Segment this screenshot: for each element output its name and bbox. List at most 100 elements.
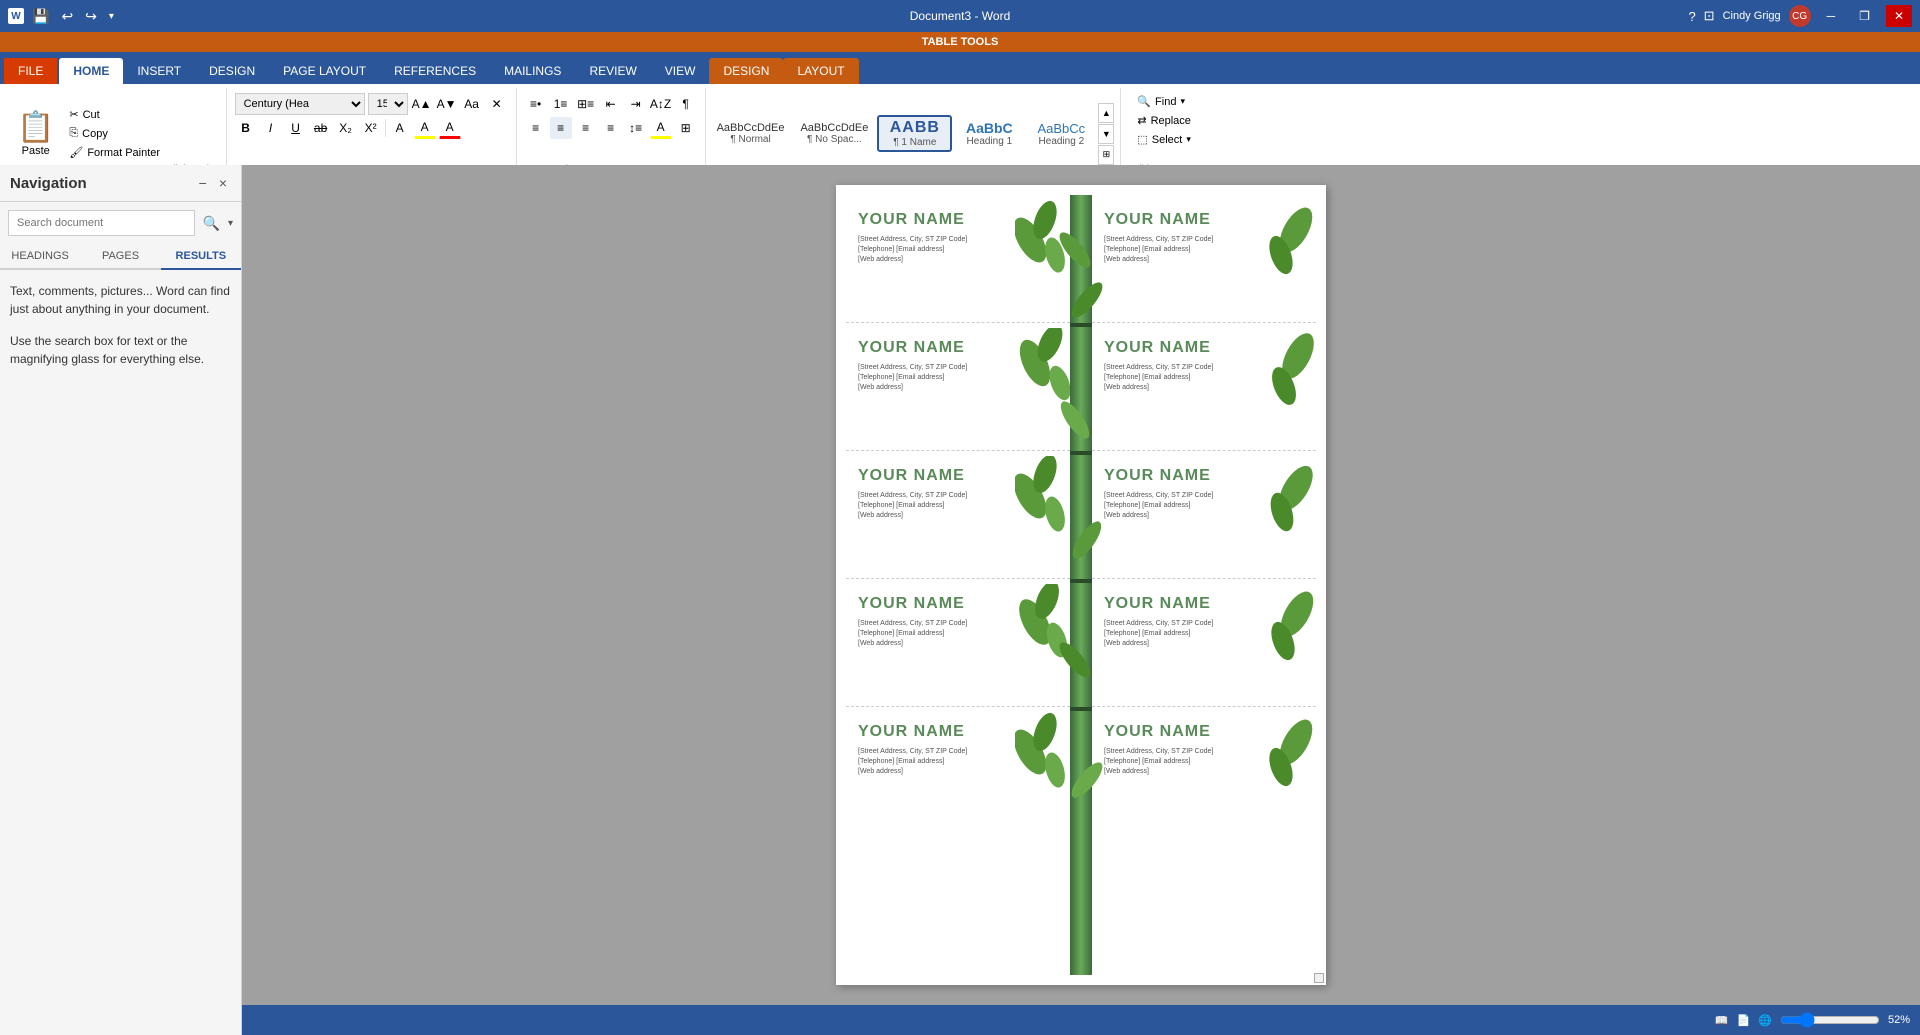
search-icon[interactable]: 🔍 <box>199 213 224 234</box>
shrink-font-button[interactable]: A▼ <box>436 93 458 115</box>
paste-button[interactable]: 📋 Paste <box>8 92 63 175</box>
help-icon[interactable]: ? <box>1688 9 1695 24</box>
nav-header: Navigation − × <box>0 165 241 202</box>
title-bar-right: ? ⊡ Cindy Grigg CG ─ ❐ ✕ <box>1688 5 1912 27</box>
redo-quick-icon[interactable]: ↪ <box>81 6 101 27</box>
bamboo-node-3 <box>1070 579 1092 583</box>
tab-layout[interactable]: LAYOUT <box>783 58 858 84</box>
multilevel-button[interactable]: ⊞≡ <box>575 93 597 115</box>
increase-indent-button[interactable]: ⇥ <box>625 93 647 115</box>
bold-button[interactable]: B <box>235 117 257 139</box>
save-quick-icon[interactable]: 💾 <box>28 6 53 27</box>
styles-scroll-down[interactable]: ▼ <box>1098 124 1114 144</box>
styles-scroll-controls: ▲ ▼ ⊞ <box>1096 92 1116 175</box>
tab-review[interactable]: REVIEW <box>575 58 650 84</box>
tab-insert[interactable]: INSERT <box>123 58 195 84</box>
case-button[interactable]: Aa <box>461 93 483 115</box>
search-input[interactable] <box>8 210 195 236</box>
document-page: YOUR NAME [Street Address, City, ST ZIP … <box>836 185 1326 985</box>
numbering-button[interactable]: 1≡ <box>550 93 572 115</box>
print-layout-icon[interactable]: 📄 <box>1737 1014 1751 1027</box>
font-size-select[interactable]: 15 <box>368 93 408 115</box>
font-name-select[interactable]: Century (Hea <box>235 93 365 115</box>
highlight-button[interactable]: A <box>414 117 436 139</box>
sort-button[interactable]: A↕Z <box>650 93 672 115</box>
styles-more[interactable]: ⊞ <box>1098 145 1114 165</box>
tab-view[interactable]: VIEW <box>651 58 710 84</box>
style-heading2-label: Heading 2 <box>1039 136 1085 147</box>
italic-button[interactable]: I <box>260 117 282 139</box>
align-center-button[interactable]: ≡ <box>550 117 572 139</box>
underline-button[interactable]: U <box>285 117 307 139</box>
card-2-right: YOUR NAME [Street Address, City, ST ZIP … <box>1092 323 1316 451</box>
cut-button[interactable]: ✂ Cut <box>63 106 166 123</box>
table-tools-label: TABLE TOOLS <box>922 36 999 48</box>
style-normal[interactable]: AaBbCcDdEe ¶ Normal <box>710 119 792 148</box>
right-leaf-deco-4 <box>1256 584 1316 664</box>
search-dropdown-icon[interactable]: ▾ <box>228 218 233 229</box>
nav-tab-pages[interactable]: PAGES <box>80 244 160 268</box>
zoom-level: 52% <box>1888 1014 1910 1026</box>
minimize-button[interactable]: ─ <box>1819 5 1844 27</box>
align-left-button[interactable]: ≡ <box>525 117 547 139</box>
subscript-button[interactable]: X₂ <box>335 117 357 139</box>
restore-button[interactable]: ❐ <box>1851 5 1878 27</box>
restore-down-icon[interactable]: ⊡ <box>1704 8 1715 24</box>
style-heading-name[interactable]: AABB ¶ 1 Name <box>877 115 952 152</box>
undo-quick-icon[interactable]: ↩ <box>57 6 77 27</box>
superscript-button[interactable]: X² <box>360 117 382 139</box>
nav-tab-headings[interactable]: HEADINGS <box>0 244 80 268</box>
select-label: Select <box>1152 134 1183 146</box>
card-2-left: YOUR NAME [Street Address, City, ST ZIP … <box>846 323 1070 451</box>
nav-close-button[interactable]: × <box>215 173 231 193</box>
tab-file[interactable]: FILE <box>4 58 57 84</box>
scissors-icon: ✂ <box>69 108 78 121</box>
styles-scroll-up[interactable]: ▲ <box>1098 103 1114 123</box>
line-spacing-button[interactable]: ↕≡ <box>625 117 647 139</box>
show-hide-button[interactable]: ¶ <box>675 93 697 115</box>
select-button[interactable]: ⬚ Select ▾ <box>1129 130 1233 149</box>
read-mode-icon[interactable]: 📖 <box>1715 1014 1729 1027</box>
align-right-button[interactable]: ≡ <box>575 117 597 139</box>
grow-font-button[interactable]: A▲ <box>411 93 433 115</box>
text-effects-button[interactable]: A <box>389 117 411 139</box>
tab-mailings[interactable]: MAILINGS <box>490 58 575 84</box>
style-heading1-preview: AaBbC <box>966 120 1013 136</box>
replace-button[interactable]: ⇄ Replace <box>1129 111 1233 130</box>
navigation-panel: Navigation − × 🔍 ▾ HEADINGS PAGES RESULT… <box>0 165 242 1035</box>
nav-minimize-button[interactable]: − <box>195 173 211 193</box>
web-layout-icon[interactable]: 🌐 <box>1758 1014 1772 1027</box>
decrease-indent-button[interactable]: ⇤ <box>600 93 622 115</box>
style-no-spacing[interactable]: AaBbCcDdEe ¶ No Spac... <box>793 119 875 148</box>
nav-tab-results[interactable]: RESULTS <box>161 244 241 270</box>
style-normal-preview: AaBbCcDdEe <box>717 122 785 134</box>
font-color-button[interactable]: A <box>439 117 461 139</box>
bullets-button[interactable]: ≡• <box>525 93 547 115</box>
tab-design2[interactable]: DESIGN <box>709 58 783 84</box>
customize-quick-icon[interactable]: ▾ <box>105 9 118 24</box>
title-bar-text: Document3 - Word <box>910 9 1010 23</box>
zoom-slider[interactable] <box>1780 1012 1880 1028</box>
find-button[interactable]: 🔍 Find ▾ <box>1129 92 1233 111</box>
borders-button[interactable]: ⊞ <box>675 117 697 139</box>
card-5-right: YOUR NAME [Street Address, City, ST ZIP … <box>1092 707 1316 835</box>
justify-button[interactable]: ≡ <box>600 117 622 139</box>
shading-button[interactable]: A <box>650 117 672 139</box>
nav-paragraph-2: Use the search box for text or the magni… <box>10 332 231 368</box>
select-dropdown-icon: ▾ <box>1186 134 1191 145</box>
strikethrough-button[interactable]: ab <box>310 117 332 139</box>
tab-home[interactable]: HOME <box>59 58 123 84</box>
tab-design[interactable]: DESIGN <box>195 58 269 84</box>
select-icon: ⬚ <box>1137 133 1147 146</box>
table-resize-handle[interactable] <box>1314 973 1324 983</box>
clear-formatting-button[interactable]: ✕ <box>486 93 508 115</box>
close-button[interactable]: ✕ <box>1886 5 1912 27</box>
style-heading2[interactable]: AaBbCc Heading 2 <box>1026 118 1096 150</box>
tab-references[interactable]: REFERENCES <box>380 58 490 84</box>
style-heading1[interactable]: AaBbC Heading 1 <box>954 117 1024 150</box>
main-area[interactable]: YOUR NAME [Street Address, City, ST ZIP … <box>242 165 1920 1005</box>
format-painter-button[interactable]: 🖌 Format Painter <box>63 144 166 161</box>
paragraph-row-2: ≡ ≡ ≡ ≡ ↕≡ A ⊞ <box>525 116 697 140</box>
copy-button[interactable]: ⎘ Copy <box>63 125 166 142</box>
tab-page-layout[interactable]: PAGE LAYOUT <box>269 58 380 84</box>
